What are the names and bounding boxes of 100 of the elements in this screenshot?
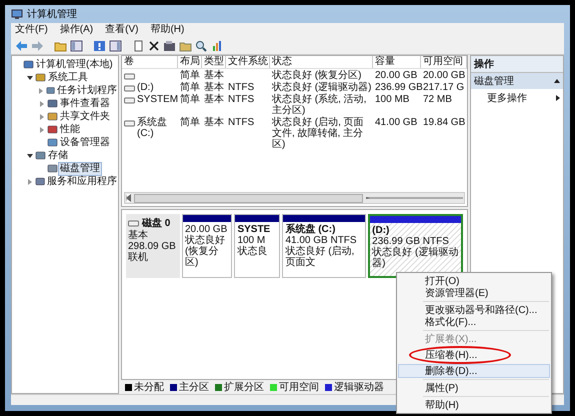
horizontal-scrollbar[interactable]	[124, 192, 465, 204]
partition-name: SYSTE	[237, 224, 272, 235]
menu-item[interactable]: 操作(A)	[60, 24, 94, 36]
partition-color-bar	[183, 215, 232, 222]
partition-status: 状态良好 (启动, 页面文	[285, 246, 356, 268]
actions-header: 操作	[471, 56, 563, 73]
table-cell-text: 系统盘 (C:)	[137, 117, 168, 139]
tree-item[interactable]: 磁盘管理	[59, 162, 101, 174]
tree-node-icon	[47, 124, 58, 135]
table-cell: SYSTEM	[137, 94, 178, 105]
column-header[interactable]: 卷	[122, 56, 178, 68]
disk-type: 基本	[128, 230, 149, 241]
collapse-caret-icon[interactable]	[554, 79, 560, 83]
tree-node-icon	[35, 150, 46, 161]
menu-item[interactable]: 属性(P)	[399, 382, 549, 394]
partition-block[interactable]: 20.00 GB 状态良好 (恢复分区)	[182, 214, 232, 278]
column-header[interactable]: 可用空间	[421, 56, 467, 68]
table-cell: 基本	[204, 94, 224, 105]
table-cell: 217.17 G	[423, 82, 464, 93]
table-cell: 基本	[204, 70, 224, 81]
partition-block[interactable]: SYSTE 100 M 状态良	[234, 214, 280, 278]
action-link[interactable]: 更多操作	[471, 89, 563, 107]
disk-size: 298.09 GB	[128, 241, 177, 252]
tree-item[interactable]: 服务和应用程序	[46, 176, 118, 188]
partition-size: 100 M	[237, 235, 266, 246]
table-cell: 简单	[180, 94, 200, 105]
document-icon[interactable]	[132, 40, 145, 52]
tree-item[interactable]: 性能	[59, 124, 81, 136]
table-cell: 简单	[180, 82, 200, 93]
menu-item[interactable]: 文件(F)	[15, 24, 48, 36]
partition-size: 41.00 GB NTFS	[285, 235, 358, 246]
chart-icon[interactable]	[211, 40, 224, 52]
menu-item[interactable]: 打开(O)	[399, 275, 549, 287]
table-cell: NTFS	[228, 82, 254, 93]
tree-item[interactable]: 系统工具	[47, 72, 89, 84]
tree-item[interactable]: 设备管理器	[59, 136, 111, 148]
window-title: 计算机管理	[27, 8, 77, 21]
tree-item[interactable]: 共享文件夹	[59, 110, 111, 122]
tree-node-icon	[23, 59, 34, 70]
column-header[interactable]: 容量	[373, 56, 421, 68]
partition-name: (D:)	[372, 225, 390, 236]
delete-icon[interactable]	[148, 40, 160, 52]
table-cell: 19.84 GB	[423, 117, 466, 128]
table-cell: 简单	[180, 70, 200, 81]
table-cell: (D:)	[137, 82, 154, 93]
table-cell: 基本	[204, 117, 224, 128]
menu-item[interactable]: 查看(V)	[105, 24, 138, 36]
tree-node-icon	[34, 176, 45, 187]
column-header[interactable]: 布局	[178, 56, 202, 68]
menu-item[interactable]: 帮助(H)	[399, 399, 549, 411]
menu-item[interactable]: 更改驱动器号和路径(C)...	[399, 304, 549, 316]
drive-icon	[124, 97, 135, 104]
tree-node-icon	[47, 111, 58, 122]
tree-node-icon	[47, 163, 58, 174]
table-cell: 41.00 GB	[375, 117, 418, 128]
table-cell: NTFS	[228, 94, 254, 105]
table-cell: 236.99 GB	[375, 82, 423, 93]
legend-label: 逻辑驱动器	[334, 380, 384, 394]
table-cell: 72 MB	[423, 94, 452, 105]
panel-icon[interactable]	[70, 40, 83, 52]
legend-label: 扩展分区	[224, 380, 264, 394]
actions-section[interactable]: 磁盘管理	[471, 73, 563, 89]
drive-icon	[124, 73, 135, 80]
folder-icon[interactable]	[179, 40, 192, 52]
column-header[interactable]: 文件系统	[226, 56, 270, 68]
table-cell: 20.00 GB	[423, 70, 466, 81]
menu-item[interactable]: 帮助(H)	[150, 24, 184, 36]
table-cell-text: 状态良好 (启动, 页面文件, 故障转储, 主分区)	[272, 117, 365, 150]
tree-item[interactable]: 计算机管理(本地)	[35, 58, 114, 70]
menu-item[interactable]: 格式化(F)...	[399, 316, 549, 328]
table-cell-text: 状态良好 (系统, 活动, 主分区)	[272, 94, 368, 116]
help-icon[interactable]	[93, 40, 106, 52]
table-cell: 100 MB	[375, 94, 410, 105]
table-cell: 20.00 GB	[375, 70, 418, 81]
table-cell: 状态良好 (逻辑驱动器)	[272, 82, 372, 93]
column-header[interactable]: 类型	[202, 56, 226, 68]
drive-icon	[124, 120, 135, 127]
partition-block[interactable]: 系统盘 (C:) 41.00 GB NTFS 状态良好 (启动, 页面文	[282, 214, 366, 278]
legend-label: 主分区	[179, 380, 209, 394]
column-header[interactable]: 状态	[270, 56, 373, 68]
back-arrow-icon[interactable]	[15, 40, 28, 52]
partition-color-bar	[235, 215, 280, 222]
folder-icon[interactable]	[54, 40, 67, 52]
table-cell: NTFS	[228, 117, 254, 128]
disk-status: 联机	[128, 252, 149, 263]
tree-item[interactable]: 存储	[47, 150, 69, 162]
menu-item[interactable]: 删除卷(D)...	[399, 365, 549, 377]
tree-item[interactable]: 任务计划程序	[56, 84, 118, 96]
table-cell: 简单	[180, 117, 200, 128]
submenu-arrow-icon	[556, 95, 560, 101]
tree-item[interactable]: 事件查看器	[59, 98, 111, 110]
table-cell: 基本	[204, 82, 224, 93]
legend-label: 可用空间	[279, 380, 319, 394]
menu-item[interactable]: 资源管理器(E)	[399, 287, 549, 299]
panel-icon[interactable]	[109, 40, 122, 52]
magnifier-icon[interactable]	[195, 40, 208, 52]
tree-node-icon	[46, 85, 55, 96]
partition-name: 系统盘 (C:)	[285, 224, 336, 235]
partition-status: 状态良好 (恢复分区)	[185, 235, 226, 268]
partition-size: 236.99 GB NTFS	[372, 236, 450, 247]
